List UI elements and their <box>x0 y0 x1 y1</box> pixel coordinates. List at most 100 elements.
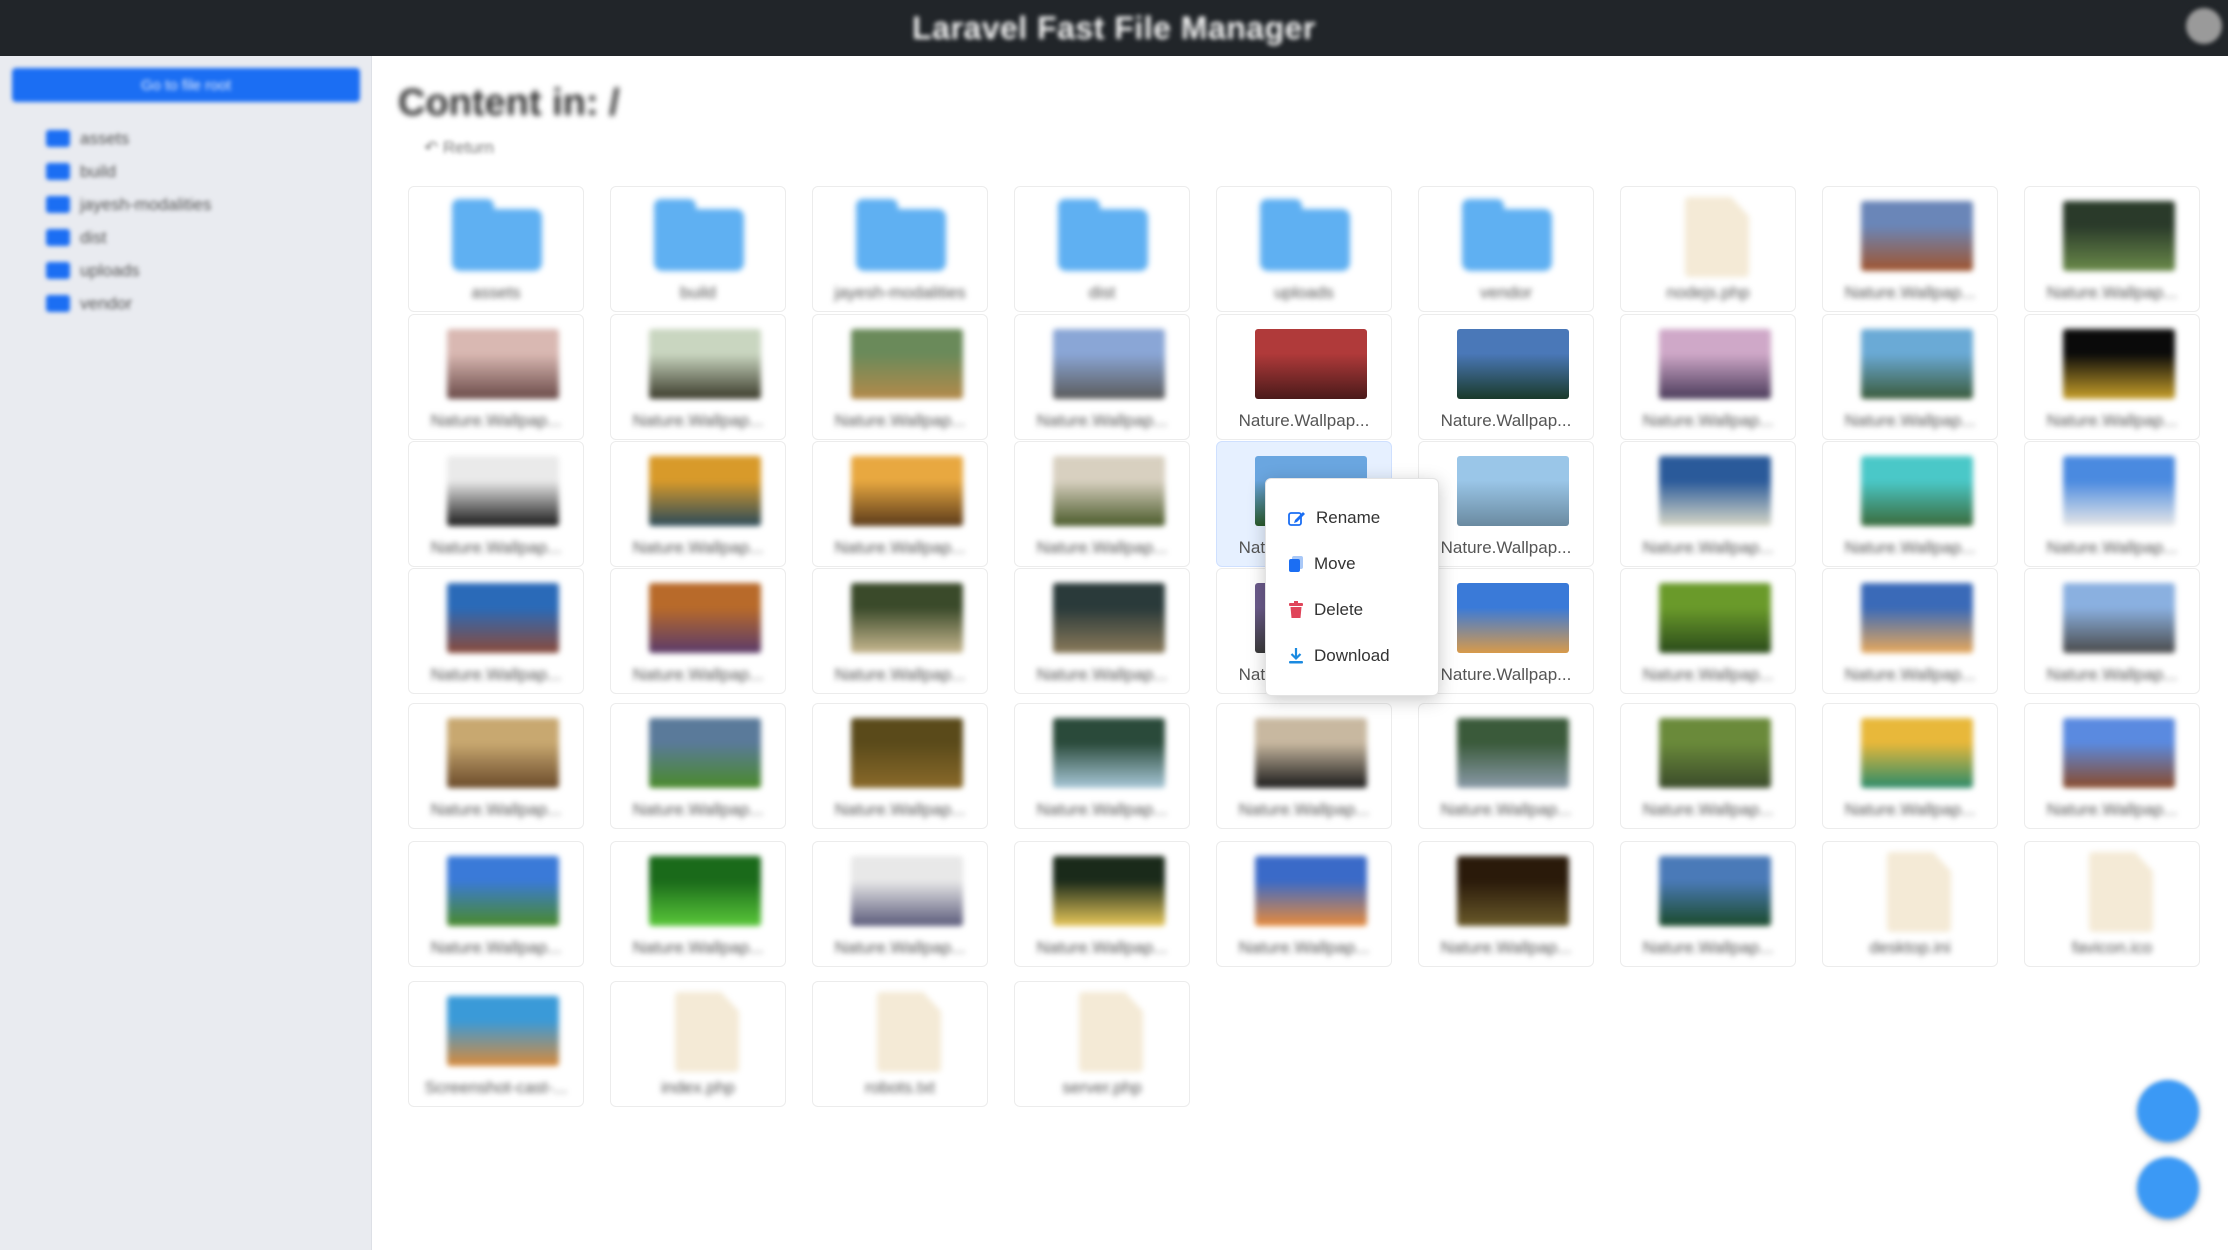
sidebar-folder-item[interactable]: build <box>46 155 211 188</box>
image-item[interactable]: Nature.Wallpap... <box>2024 441 2200 567</box>
folder-icon <box>1058 199 1148 271</box>
folder-item[interactable]: vendor <box>1418 186 1594 312</box>
image-item[interactable]: Nature.Wallpap... <box>812 314 988 440</box>
image-item[interactable]: Nature.Wallpap... <box>610 703 786 829</box>
item-label: robots.txt <box>865 1078 935 1097</box>
image-item[interactable]: Nature.Wallpap... <box>2024 703 2200 829</box>
image-item[interactable]: Nature.Wallpap... <box>2024 186 2200 312</box>
file-item[interactable]: server.php <box>1014 981 1190 1107</box>
image-item[interactable]: Nature.Wallpap... <box>1418 703 1594 829</box>
go-root-button[interactable]: Go to file root <box>12 68 360 102</box>
image-item[interactable]: Nature.Wallpap... <box>610 314 786 440</box>
file-item[interactable]: desktop.ini <box>1822 841 1998 967</box>
image-item[interactable]: Nature.Wallpap... <box>1216 314 1392 440</box>
image-item[interactable]: Nature.Wallpap... <box>1620 568 1796 694</box>
item-label: favicon.ico <box>2071 938 2153 957</box>
image-item[interactable]: Nature.Wallpap... <box>1822 186 1998 312</box>
folder-item[interactable]: assets <box>408 186 584 312</box>
image-thumbnail <box>1053 583 1165 653</box>
image-item[interactable]: Nature.Wallpap... <box>1014 703 1190 829</box>
sidebar-folder-item[interactable]: jayesh-modalities <box>46 188 211 221</box>
image-item[interactable]: Nature.Wallpap... <box>1014 568 1190 694</box>
user-avatar-icon[interactable] <box>2186 8 2222 44</box>
return-link[interactable]: ↶ Return <box>424 138 494 158</box>
image-item[interactable]: Nature.Wallpap... <box>1822 441 1998 567</box>
image-item[interactable]: Nature.Wallpap... <box>812 703 988 829</box>
image-item[interactable]: Nature.Wallpap... <box>812 441 988 567</box>
file-item[interactable]: index.php <box>610 981 786 1107</box>
image-item[interactable]: Nature.Wallpap... <box>1418 841 1594 967</box>
image-item[interactable]: Nature.Wallpap... <box>2024 568 2200 694</box>
image-item[interactable]: Nature.Wallpap... <box>1620 841 1796 967</box>
image-item[interactable]: Nature.Wallpap... <box>1216 703 1392 829</box>
file-item[interactable]: favicon.ico <box>2024 841 2200 967</box>
folder-item[interactable]: uploads <box>1216 186 1392 312</box>
item-label: Nature.Wallpap... <box>1642 538 1774 557</box>
sidebar-folder-label: assets <box>80 128 130 148</box>
item-label: Nature.Wallpap... <box>1844 538 1976 557</box>
image-item[interactable]: Nature.Wallpap... <box>1822 703 1998 829</box>
image-item[interactable]: Nature.Wallpap... <box>408 703 584 829</box>
folder-tree: assets build jayesh-modalities dist uploads v… <box>46 122 211 320</box>
image-item[interactable]: Nature.Wallpap... <box>1014 314 1190 440</box>
file-item[interactable]: robots.txt <box>812 981 988 1107</box>
item-label: Nature.Wallpap... <box>2046 411 2178 430</box>
folder-icon <box>856 199 946 271</box>
upload-fab[interactable] <box>2137 1157 2199 1219</box>
image-item[interactable]: Nature.Wallpap... <box>812 841 988 967</box>
download-label: Download <box>1314 646 1390 665</box>
context-menu-rename[interactable]: Rename <box>1266 495 1438 541</box>
item-label: dist <box>1088 283 1116 302</box>
context-menu-delete[interactable]: Delete <box>1266 587 1438 633</box>
image-item[interactable]: Nature.Wallpap... <box>408 841 584 967</box>
sidebar-folder-item[interactable]: assets <box>46 122 211 155</box>
item-label: Nature.Wallpap... <box>1036 411 1168 430</box>
image-item[interactable]: Nature.Wallpap... <box>610 568 786 694</box>
context-menu-move[interactable]: Move <box>1266 541 1438 587</box>
image-item[interactable]: Nature.Wallpap... <box>1014 841 1190 967</box>
folder-item[interactable]: dist <box>1014 186 1190 312</box>
image-item[interactable]: Nature.Wallpap... <box>1014 441 1190 567</box>
item-label: vendor <box>1480 283 1532 302</box>
file-icon <box>1079 992 1143 1072</box>
image-thumbnail <box>447 856 559 926</box>
image-item[interactable]: Nature.Wallpap... <box>408 441 584 567</box>
image-item[interactable]: Nature.Wallpap... <box>1418 441 1594 567</box>
item-label: Nature.Wallpap... <box>1440 665 1572 684</box>
item-label: Nature.Wallpap... <box>430 938 562 957</box>
image-thumbnail <box>2063 583 2175 653</box>
item-label: Nature.Wallpap... <box>1440 538 1572 557</box>
image-item[interactable]: Nature.Wallpap... <box>1216 841 1392 967</box>
folder-icon <box>1462 199 1552 271</box>
folder-item[interactable]: build <box>610 186 786 312</box>
download-icon <box>1289 648 1303 664</box>
image-item[interactable]: Nature.Wallpap... <box>812 568 988 694</box>
image-thumbnail <box>1457 329 1569 399</box>
sidebar-folder-label: uploads <box>80 260 140 280</box>
image-item[interactable]: Screenshot-cast-... <box>408 981 584 1107</box>
sidebar-folder-item[interactable]: vendor <box>46 287 211 320</box>
image-item[interactable]: Nature.Wallpap... <box>610 841 786 967</box>
sidebar-folder-item[interactable]: uploads <box>46 254 211 287</box>
image-item[interactable]: Nature.Wallpap... <box>1822 568 1998 694</box>
item-label: Nature.Wallpap... <box>430 800 562 819</box>
image-item[interactable]: Nature.Wallpap... <box>1418 314 1594 440</box>
item-label: Nature.Wallpap... <box>632 538 764 557</box>
image-item[interactable]: Nature.Wallpap... <box>2024 314 2200 440</box>
image-item[interactable]: Nature.Wallpap... <box>1620 441 1796 567</box>
image-item[interactable]: Nature.Wallpap... <box>610 441 786 567</box>
new-folder-fab[interactable] <box>2137 1080 2199 1142</box>
image-item[interactable]: Nature.Wallpap... <box>1620 314 1796 440</box>
image-item[interactable]: Nature.Wallpap... <box>1620 703 1796 829</box>
image-item[interactable]: Nature.Wallpap... <box>1418 568 1594 694</box>
file-icon <box>1887 852 1951 932</box>
item-label: Nature.Wallpap... <box>1642 411 1774 430</box>
sidebar-folder-item[interactable]: dist <box>46 221 211 254</box>
image-item[interactable]: Nature.Wallpap... <box>408 568 584 694</box>
image-item[interactable]: Nature.Wallpap... <box>1822 314 1998 440</box>
file-item[interactable]: nodejs.php <box>1620 186 1796 312</box>
context-menu-download[interactable]: Download <box>1266 633 1438 679</box>
folder-item[interactable]: jayesh-modalities <box>812 186 988 312</box>
image-item[interactable]: Nature.Wallpap... <box>408 314 584 440</box>
image-thumbnail <box>649 583 761 653</box>
